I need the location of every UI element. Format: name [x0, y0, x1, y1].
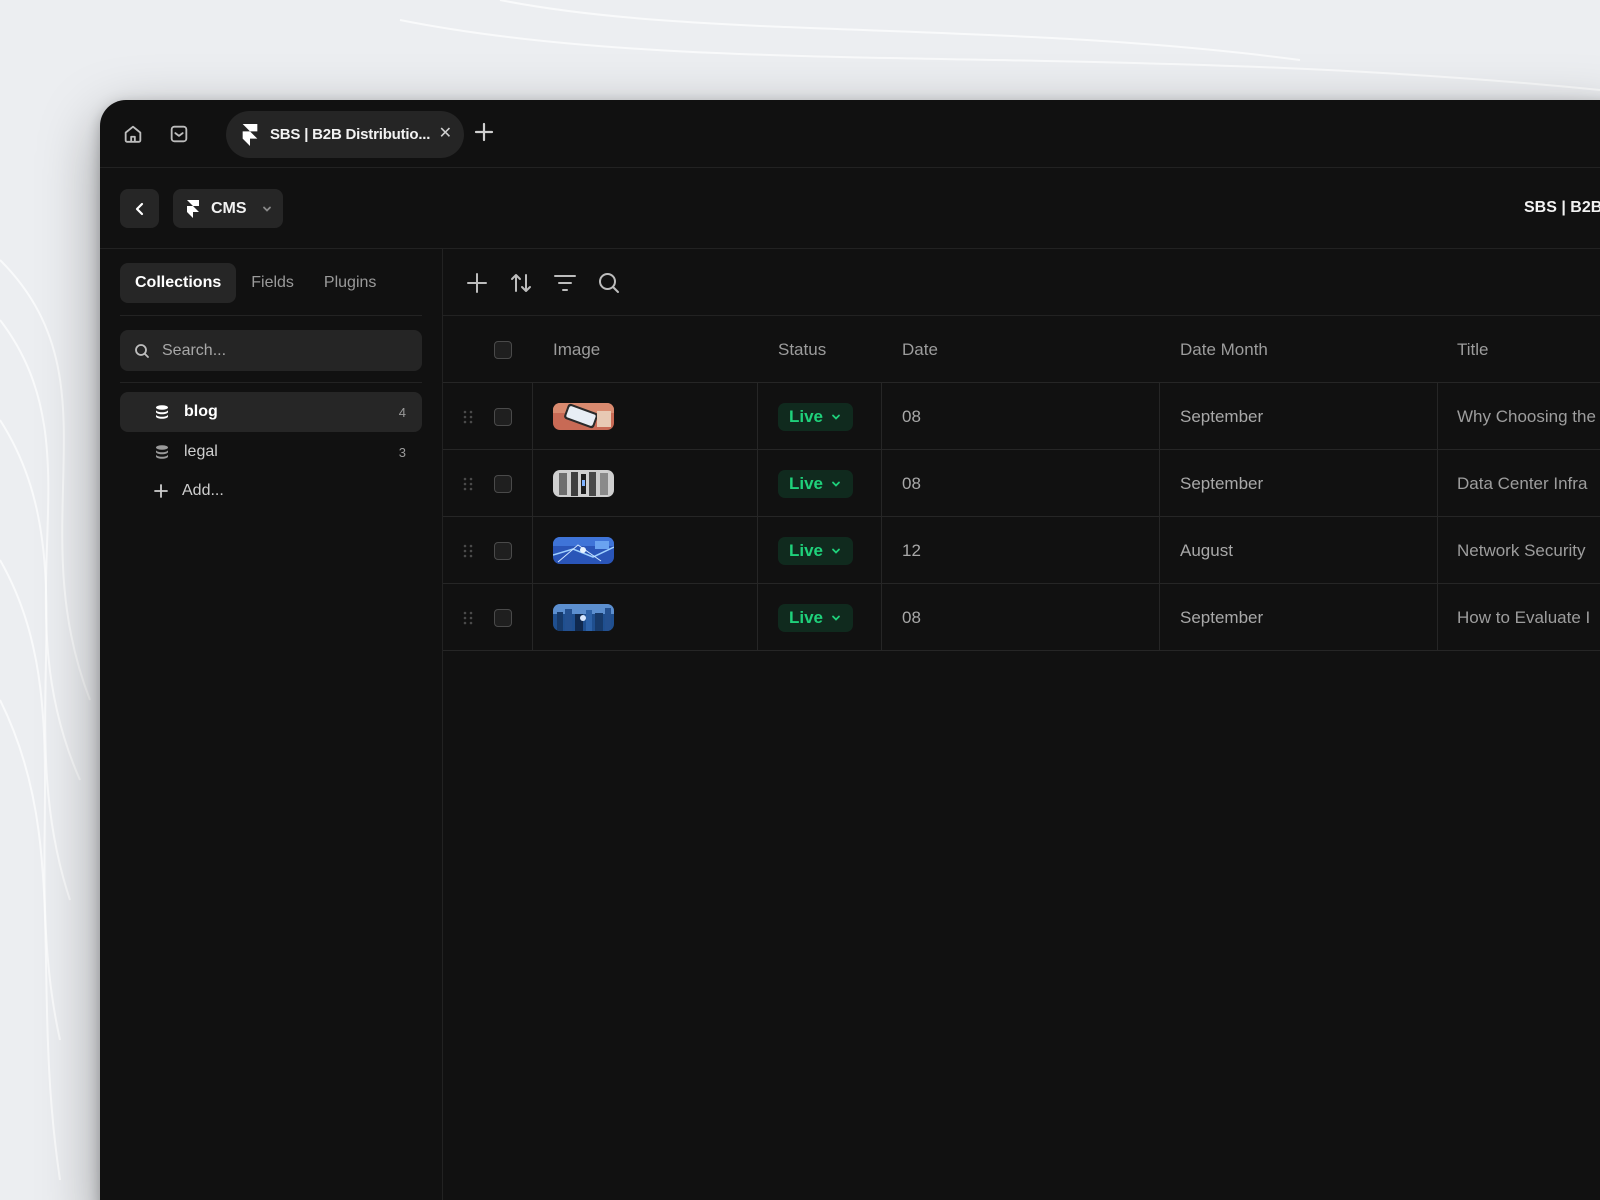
network-thumbnail[interactable] — [553, 537, 614, 564]
main-content: Image Status Date Date Month Title Live … — [443, 249, 1600, 1200]
cell-date[interactable]: 08 — [902, 608, 921, 628]
site-title: SBS | B2B — [1524, 199, 1600, 216]
search-icon[interactable] — [597, 271, 621, 295]
framer-logo-icon — [187, 199, 199, 218]
city-thumbnail[interactable] — [553, 604, 614, 631]
cms-label: CMS — [211, 199, 247, 217]
table-row[interactable]: Live 08 September Why Choosing the — [443, 383, 1600, 450]
collection-count: 3 — [398, 444, 406, 460]
pocket-icon[interactable] — [166, 121, 192, 147]
plus-icon — [474, 122, 494, 142]
column-header-date-month[interactable]: Date Month — [1180, 340, 1268, 360]
new-tab-button[interactable] — [472, 120, 496, 149]
chevron-down-icon — [832, 414, 840, 420]
status-label: Live — [789, 407, 824, 426]
table-row[interactable]: Live 12 August Network Security — [443, 517, 1600, 584]
sidebar-item-legal[interactable]: legal 3 — [120, 432, 422, 472]
cell-date-month[interactable]: September — [1180, 407, 1263, 427]
cell-date-month[interactable]: August — [1180, 541, 1233, 561]
cell-date-month[interactable]: September — [1180, 474, 1263, 494]
sidebar: Collections Fields Plugins Search... blo… — [100, 249, 443, 1200]
filter-icon[interactable] — [553, 271, 577, 295]
column-header-date[interactable]: Date — [902, 340, 938, 360]
column-header-title[interactable]: Title — [1457, 340, 1489, 360]
app-header: CMS SBS | B2B — [100, 168, 1600, 249]
add-collection-button[interactable]: Add... — [120, 471, 422, 511]
tab-plugins[interactable]: Plugins — [309, 263, 391, 303]
sidebar-tabs: Collections Fields Plugins — [120, 263, 391, 303]
chevron-down-icon — [832, 615, 840, 621]
home-icon[interactable] — [120, 121, 146, 147]
tab-fields[interactable]: Fields — [236, 263, 309, 303]
drag-handle-icon[interactable] — [463, 477, 473, 491]
add-label: Add... — [182, 482, 224, 499]
row-checkbox[interactable] — [494, 475, 512, 493]
select-all-checkbox[interactable] — [494, 341, 512, 359]
cell-date[interactable]: 08 — [902, 407, 921, 427]
cell-date[interactable]: 12 — [902, 541, 921, 561]
back-button[interactable] — [120, 189, 159, 228]
browser-tab[interactable]: SBS | B2B Distributio... ✕ — [226, 111, 464, 158]
column-header-image[interactable]: Image — [553, 340, 600, 360]
table-row[interactable]: Live 08 September Data Center Infra — [443, 450, 1600, 517]
status-dropdown[interactable]: Live — [778, 604, 853, 632]
row-checkbox[interactable] — [494, 542, 512, 560]
status-dropdown[interactable]: Live — [778, 537, 853, 565]
database-icon — [156, 405, 168, 419]
divider — [120, 382, 422, 383]
chevron-down-icon — [832, 548, 840, 554]
row-checkbox[interactable] — [494, 609, 512, 627]
chevron-down-icon — [832, 481, 840, 487]
status-label: Live — [789, 474, 824, 493]
chevron-down-icon — [262, 206, 271, 212]
collection-name: blog — [184, 403, 218, 420]
plus-icon — [154, 484, 168, 498]
drag-handle-icon[interactable] — [463, 544, 473, 558]
close-icon[interactable]: ✕ — [439, 123, 452, 143]
status-dropdown[interactable]: Live — [778, 470, 853, 498]
sidebar-item-blog[interactable]: blog 4 — [120, 392, 422, 432]
search-icon — [135, 343, 149, 358]
table-toolbar — [443, 249, 1600, 316]
cell-date-month[interactable]: September — [1180, 608, 1263, 628]
status-label: Live — [789, 608, 824, 627]
phone-thumbnail[interactable] — [553, 403, 614, 430]
table-header: Image Status Date Date Month Title — [443, 316, 1600, 383]
cell-title[interactable]: Data Center Infra — [1457, 474, 1587, 494]
status-dropdown[interactable]: Live — [778, 403, 853, 431]
drag-handle-icon[interactable] — [463, 611, 473, 625]
sort-icon[interactable] — [509, 271, 533, 295]
cell-date[interactable]: 08 — [902, 474, 921, 494]
app-window: SBS | B2B Distributio... ✕ CMS SBS | B2B — [100, 100, 1600, 1200]
collection-name: legal — [184, 443, 218, 460]
database-icon — [156, 445, 168, 459]
cell-title[interactable]: Network Security — [1457, 541, 1585, 561]
table-row[interactable]: Live 08 September How to Evaluate I — [443, 584, 1600, 651]
search-input[interactable]: Search... — [120, 330, 422, 371]
chevron-left-icon — [135, 202, 143, 215]
framer-logo-icon — [242, 123, 258, 146]
drag-handle-icon[interactable] — [463, 410, 473, 424]
cell-title[interactable]: How to Evaluate I — [1457, 608, 1590, 628]
divider — [120, 315, 422, 316]
browser-tab-bar: SBS | B2B Distributio... ✕ — [100, 100, 1600, 168]
search-placeholder: Search... — [162, 341, 227, 359]
column-header-status[interactable]: Status — [778, 340, 826, 360]
cell-title[interactable]: Why Choosing the — [1457, 407, 1596, 427]
row-checkbox[interactable] — [494, 408, 512, 426]
collection-count: 4 — [398, 404, 406, 420]
plus-icon[interactable] — [465, 271, 489, 295]
server-thumbnail[interactable] — [553, 470, 614, 497]
cms-menu-button[interactable]: CMS — [173, 189, 283, 228]
tab-collections[interactable]: Collections — [120, 263, 237, 303]
tab-title: SBS | B2B Distributio... — [270, 126, 431, 143]
status-label: Live — [789, 541, 824, 560]
